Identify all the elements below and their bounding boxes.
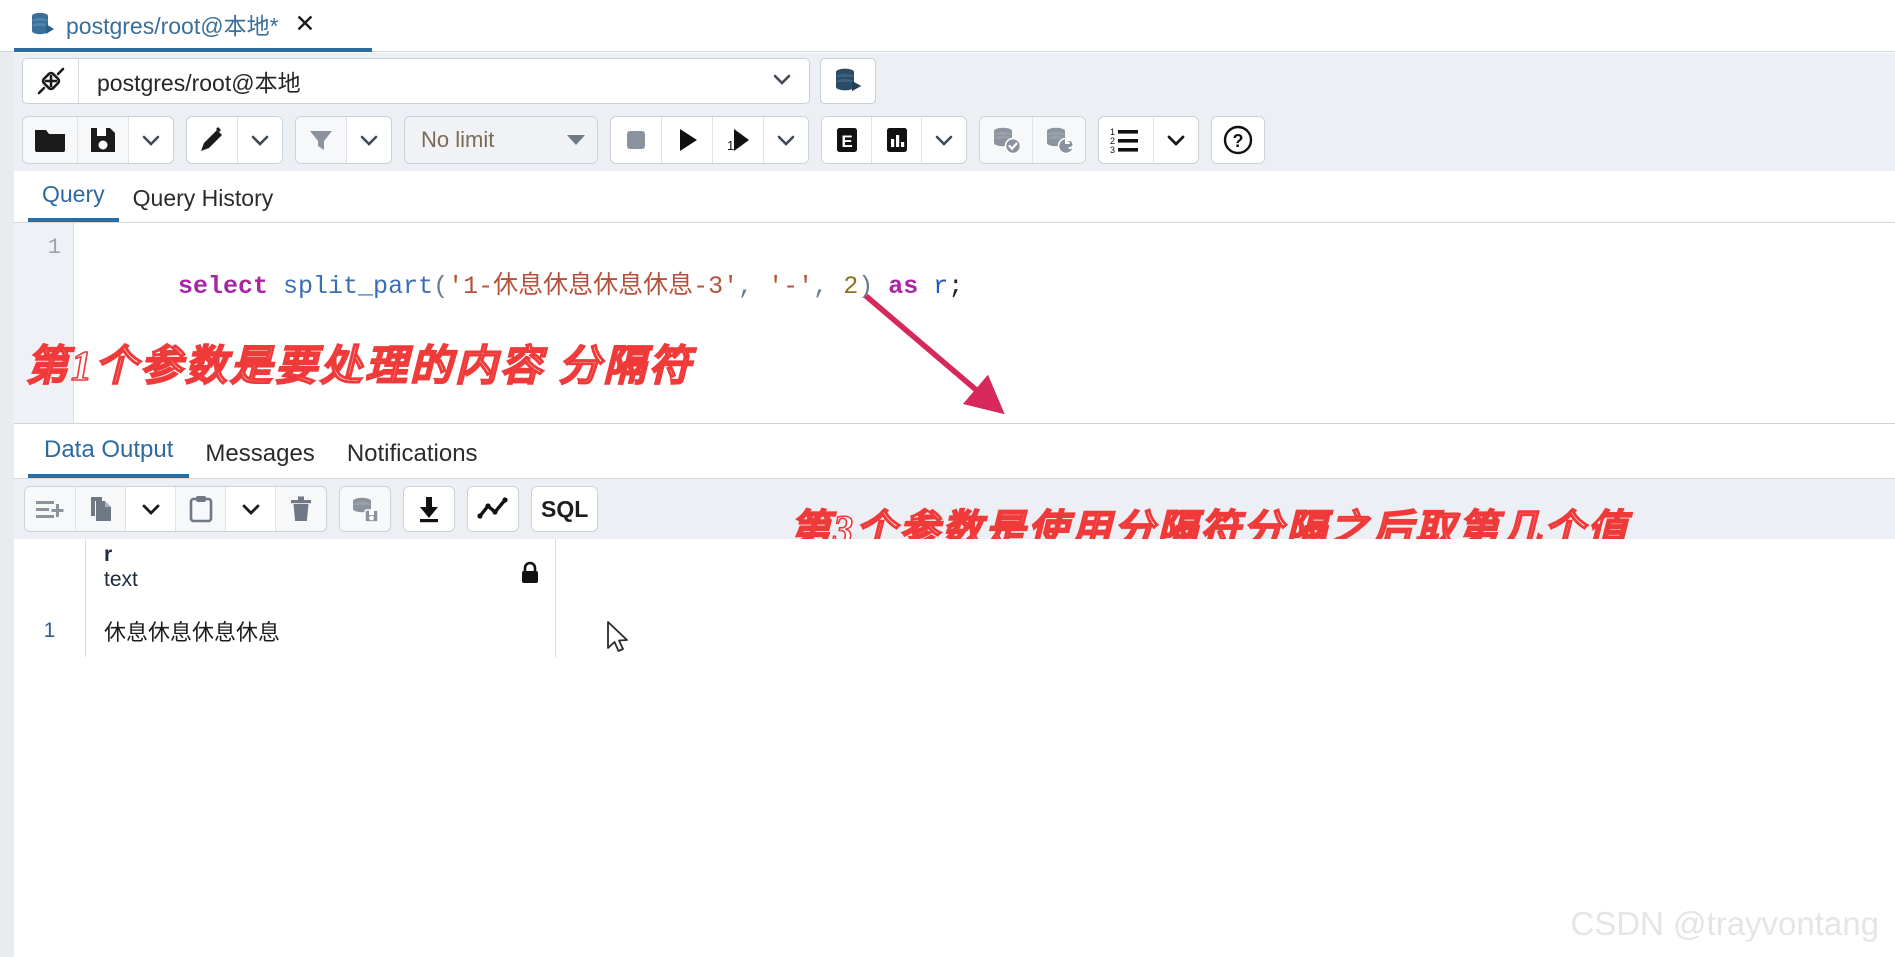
- connection-bar: postgres/root@本地: [14, 53, 1895, 109]
- tab-data-output[interactable]: Data Output: [28, 436, 190, 478]
- watermark: CSDN @trayvontang: [1570, 905, 1879, 942]
- transaction-group: [979, 116, 1086, 164]
- connection-plug-icon[interactable]: [23, 59, 79, 103]
- connection-value: postgres/root@本地: [97, 70, 301, 96]
- data-output-grid: r text 1 休息休息休息休息: [14, 539, 1895, 957]
- grid-cell-r[interactable]: 休息休息休息休息: [86, 605, 556, 657]
- save-file-icon[interactable]: [78, 117, 129, 163]
- grid-column-r[interactable]: r text: [86, 539, 556, 605]
- sql-group: SQL: [531, 486, 599, 532]
- execute-step-icon[interactable]: 1: [713, 117, 764, 163]
- copy-chevron-down-icon[interactable]: [126, 487, 176, 531]
- token-comma-2: ,: [813, 272, 829, 301]
- close-icon[interactable]: ✕: [295, 11, 316, 37]
- help-question-icon[interactable]: ?: [1212, 117, 1264, 163]
- filter-group: [295, 116, 392, 164]
- left-gutter: [0, 52, 14, 957]
- tab-label: postgres/root@本地*: [66, 13, 279, 39]
- rollback-database-undo-icon[interactable]: [1033, 117, 1085, 163]
- token-split-part: split_part: [283, 272, 434, 301]
- token-number: 2: [843, 272, 859, 301]
- paste-chevron-down-icon[interactable]: [226, 487, 276, 531]
- query-tab-strip: Query Query History: [14, 171, 1895, 223]
- token-select: select: [178, 272, 269, 301]
- sql-code-line: select split_part('1-休息休息休息休息-3', '-', 2…: [88, 233, 963, 341]
- token-open-paren: (: [433, 272, 449, 301]
- query-toolbar: No limit 1 E 1 2 3 ?: [14, 109, 1895, 171]
- tab-bar: postgres/root@本地* ✕: [0, 0, 1895, 52]
- red-arrow-pointer: [864, 293, 1005, 415]
- add-row-icon[interactable]: [25, 487, 76, 531]
- database-tab-icon: [30, 11, 56, 37]
- graph-visualiser-icon[interactable]: [468, 487, 518, 531]
- numbered-list-icon[interactable]: 1 2 3: [1099, 117, 1154, 163]
- download-group: [403, 486, 455, 532]
- filter-chevron-down-icon[interactable]: [347, 117, 391, 163]
- svg-text:3: 3: [1110, 145, 1115, 155]
- query-sql-button[interactable]: SQL: [532, 487, 598, 531]
- svg-text:1: 1: [727, 138, 734, 153]
- save-data-changes-icon[interactable]: [340, 487, 390, 531]
- caret-down-icon: [567, 135, 585, 145]
- grid-header-row: r text: [14, 539, 556, 605]
- row-limit-select[interactable]: No limit: [405, 117, 597, 163]
- output-tab-strip: Data Output Messages Notifications: [14, 423, 1895, 479]
- grid-column-name: r: [104, 543, 113, 566]
- connection-select[interactable]: postgres/root@本地: [79, 59, 809, 103]
- tab-query-history[interactable]: Query History: [119, 185, 288, 222]
- grid-row-number: 1: [14, 605, 86, 657]
- table-row[interactable]: 1 休息休息休息休息: [14, 605, 556, 657]
- save-file-chevron-down-icon[interactable]: [129, 117, 173, 163]
- mouse-cursor: [607, 621, 628, 652]
- grid-column-type: text: [104, 568, 138, 591]
- macro-chevron-down-icon[interactable]: [1154, 117, 1198, 163]
- token-comma-1: ,: [738, 272, 754, 301]
- commit-database-check-icon[interactable]: [980, 117, 1033, 163]
- explain-e-icon[interactable]: E: [822, 117, 872, 163]
- edit-pencil-icon[interactable]: [187, 117, 238, 163]
- download-icon[interactable]: [404, 487, 454, 531]
- explain-chart-icon[interactable]: [872, 117, 922, 163]
- open-file-icon[interactable]: [23, 117, 78, 163]
- play-execute-icon[interactable]: [662, 117, 713, 163]
- grid-corner-cell: [14, 539, 86, 605]
- file-group: [22, 116, 174, 164]
- execute-group: 1: [610, 116, 809, 164]
- filter-funnel-icon[interactable]: [296, 117, 347, 163]
- graph-group: [467, 486, 519, 532]
- token-string-2: '-': [768, 272, 814, 301]
- tab-messages[interactable]: Messages: [189, 440, 330, 478]
- save-data-group: [339, 486, 391, 532]
- explain-group: E: [821, 116, 967, 164]
- annotation-first-argument: 第1个参数是要处理的内容 分隔符: [25, 343, 694, 391]
- token-string-1: '1-休息休息休息休息-3': [448, 272, 739, 301]
- results-edit-group: [24, 486, 327, 532]
- edit-group: [186, 116, 283, 164]
- edit-chevron-down-icon[interactable]: [238, 117, 282, 163]
- copy-icon[interactable]: [76, 487, 126, 531]
- chevron-down-icon: [769, 66, 795, 97]
- line-number: 1: [47, 235, 61, 260]
- help-group: ?: [1211, 116, 1265, 164]
- execute-chevron-down-icon[interactable]: [764, 117, 808, 163]
- editor-line-gutter: 1: [14, 223, 74, 423]
- delete-trash-icon[interactable]: [276, 487, 326, 531]
- explain-chevron-down-icon[interactable]: [922, 117, 966, 163]
- svg-text:?: ?: [1233, 131, 1244, 151]
- tab-postgres-root[interactable]: postgres/root@本地* ✕: [14, 0, 372, 52]
- database-icon[interactable]: [820, 58, 876, 104]
- macro-group: 1 2 3: [1098, 116, 1199, 164]
- row-limit-label: No limit: [421, 127, 495, 152]
- svg-text:E: E: [841, 132, 852, 151]
- pgadmin-query-tool-window: postgres/root@本地* ✕ postgres/root@本地 No …: [0, 0, 1895, 957]
- row-limit-group: No limit: [404, 116, 598, 164]
- tab-query[interactable]: Query: [28, 181, 119, 222]
- connection-selector-group: postgres/root@本地: [22, 58, 810, 104]
- sql-button-label: SQL: [541, 495, 589, 522]
- paste-clipboard-icon[interactable]: [176, 487, 226, 531]
- stop-square-icon[interactable]: [611, 117, 662, 163]
- lock-icon: [519, 561, 541, 590]
- tab-notifications[interactable]: Notifications: [331, 440, 494, 478]
